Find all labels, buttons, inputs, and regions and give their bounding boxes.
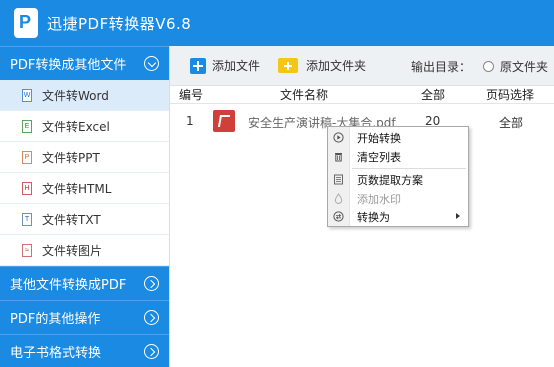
- sidebar-group-other-to-pdf[interactable]: 其他文件转换成PDF: [0, 266, 169, 300]
- header-all: 全部: [421, 88, 446, 102]
- add-file-button[interactable]: 添加文件: [190, 56, 260, 76]
- sidebar-item-label: 文件转Excel: [42, 119, 110, 134]
- document-icon: [334, 174, 343, 185]
- add-file-label: 添加文件: [212, 59, 261, 73]
- menu-item-page-extract[interactable]: 页数提取方案: [328, 170, 468, 189]
- txt-file-icon: T: [22, 212, 32, 226]
- title-bar: 迅捷PDF转换器V6.8: [0, 0, 554, 46]
- add-folder-label: 添加文件夹: [306, 59, 367, 73]
- app-logo-icon: [14, 8, 38, 38]
- menu-item-clear-list[interactable]: 清空列表: [328, 147, 468, 166]
- menu-item-start-convert[interactable]: 开始转换: [328, 128, 468, 147]
- sidebar: PDF转换成其他文件 W 文件转Word E 文件转Excel P 文件转PPT…: [0, 46, 169, 367]
- header-name: 文件名称: [280, 88, 329, 102]
- chevron-right-icon: [144, 344, 159, 359]
- convert-icon: [333, 211, 344, 222]
- sidebar-item-word[interactable]: W 文件转Word: [0, 80, 169, 111]
- sidebar-group-label: 电子书格式转换: [10, 346, 102, 361]
- header-pages: 页码选择: [486, 88, 535, 102]
- row-index: 1: [186, 114, 194, 128]
- sidebar-item-label: 文件转Word: [42, 88, 109, 103]
- html-file-icon: H: [22, 181, 32, 195]
- sidebar-item-label: 文件转图片: [42, 243, 103, 258]
- sidebar-group-ebook[interactable]: 电子书格式转换: [0, 334, 169, 367]
- folder-add-icon: [278, 58, 299, 73]
- sidebar-item-label: 文件转TXT: [42, 212, 101, 227]
- chevron-down-icon: [144, 56, 159, 71]
- sidebar-item-ppt[interactable]: P 文件转PPT: [0, 142, 169, 173]
- toolbar: 添加文件 添加文件夹 输出目录： 原文件夹: [170, 46, 554, 86]
- row-page-selection[interactable]: 全部: [499, 114, 523, 131]
- output-radio[interactable]: [482, 61, 494, 72]
- sidebar-items: W 文件转Word E 文件转Excel P 文件转PPT H 文件转HTML …: [0, 80, 169, 266]
- watermark-icon: [334, 193, 343, 204]
- output-label: 输出目录：: [410, 60, 471, 74]
- menu-item-label: 添加水印: [357, 192, 401, 206]
- plus-icon: [190, 57, 206, 74]
- sidebar-group-pdf-to-other[interactable]: PDF转换成其他文件: [0, 46, 169, 80]
- header-index: 编号: [179, 88, 204, 102]
- sidebar-item-txt[interactable]: T 文件转TXT: [0, 204, 169, 235]
- pdf-file-icon: [213, 110, 235, 132]
- app-title: 迅捷PDF转换器V6.8: [47, 14, 192, 33]
- sidebar-group-pdf-other-ops[interactable]: PDF的其他操作: [0, 300, 169, 334]
- table-header: 编号 文件名称 全部 页码选择: [170, 86, 554, 104]
- add-folder-button[interactable]: 添加文件夹: [278, 56, 366, 76]
- chevron-right-icon: [144, 310, 159, 325]
- sidebar-group-label: 其他文件转换成PDF: [10, 278, 127, 293]
- sidebar-group-label: PDF的其他操作: [10, 312, 101, 327]
- menu-item-label: 转换为: [357, 210, 390, 224]
- sidebar-item-label: 文件转PPT: [42, 150, 100, 165]
- excel-file-icon: E: [22, 119, 32, 133]
- word-file-icon: W: [22, 88, 32, 102]
- image-file-icon: ≈: [22, 243, 32, 257]
- submenu-arrow-icon: [456, 213, 460, 219]
- sidebar-group-label: PDF转换成其他文件: [10, 58, 127, 73]
- sidebar-item-label: 文件转HTML: [42, 181, 112, 196]
- ppt-file-icon: P: [22, 150, 32, 164]
- play-icon: [333, 132, 344, 143]
- trash-icon: [335, 153, 342, 162]
- output-option-label: 原文件夹: [499, 60, 548, 74]
- output-directory: 输出目录： 原文件夹: [411, 58, 548, 75]
- menu-item-add-watermark: 添加水印: [328, 189, 468, 208]
- menu-item-label: 开始转换: [357, 131, 401, 145]
- menu-item-label: 清空列表: [357, 150, 401, 164]
- menu-separator: [352, 168, 466, 169]
- sidebar-item-html[interactable]: H 文件转HTML: [0, 173, 169, 204]
- sidebar-item-excel[interactable]: E 文件转Excel: [0, 111, 169, 142]
- context-menu: 开始转换 清空列表 页数提取方案 添加水印 转换为: [327, 126, 469, 227]
- menu-item-convert-to[interactable]: 转换为: [328, 207, 468, 226]
- menu-item-label: 页数提取方案: [357, 173, 423, 187]
- sidebar-item-image[interactable]: ≈ 文件转图片: [0, 235, 169, 266]
- chevron-right-icon: [144, 276, 159, 291]
